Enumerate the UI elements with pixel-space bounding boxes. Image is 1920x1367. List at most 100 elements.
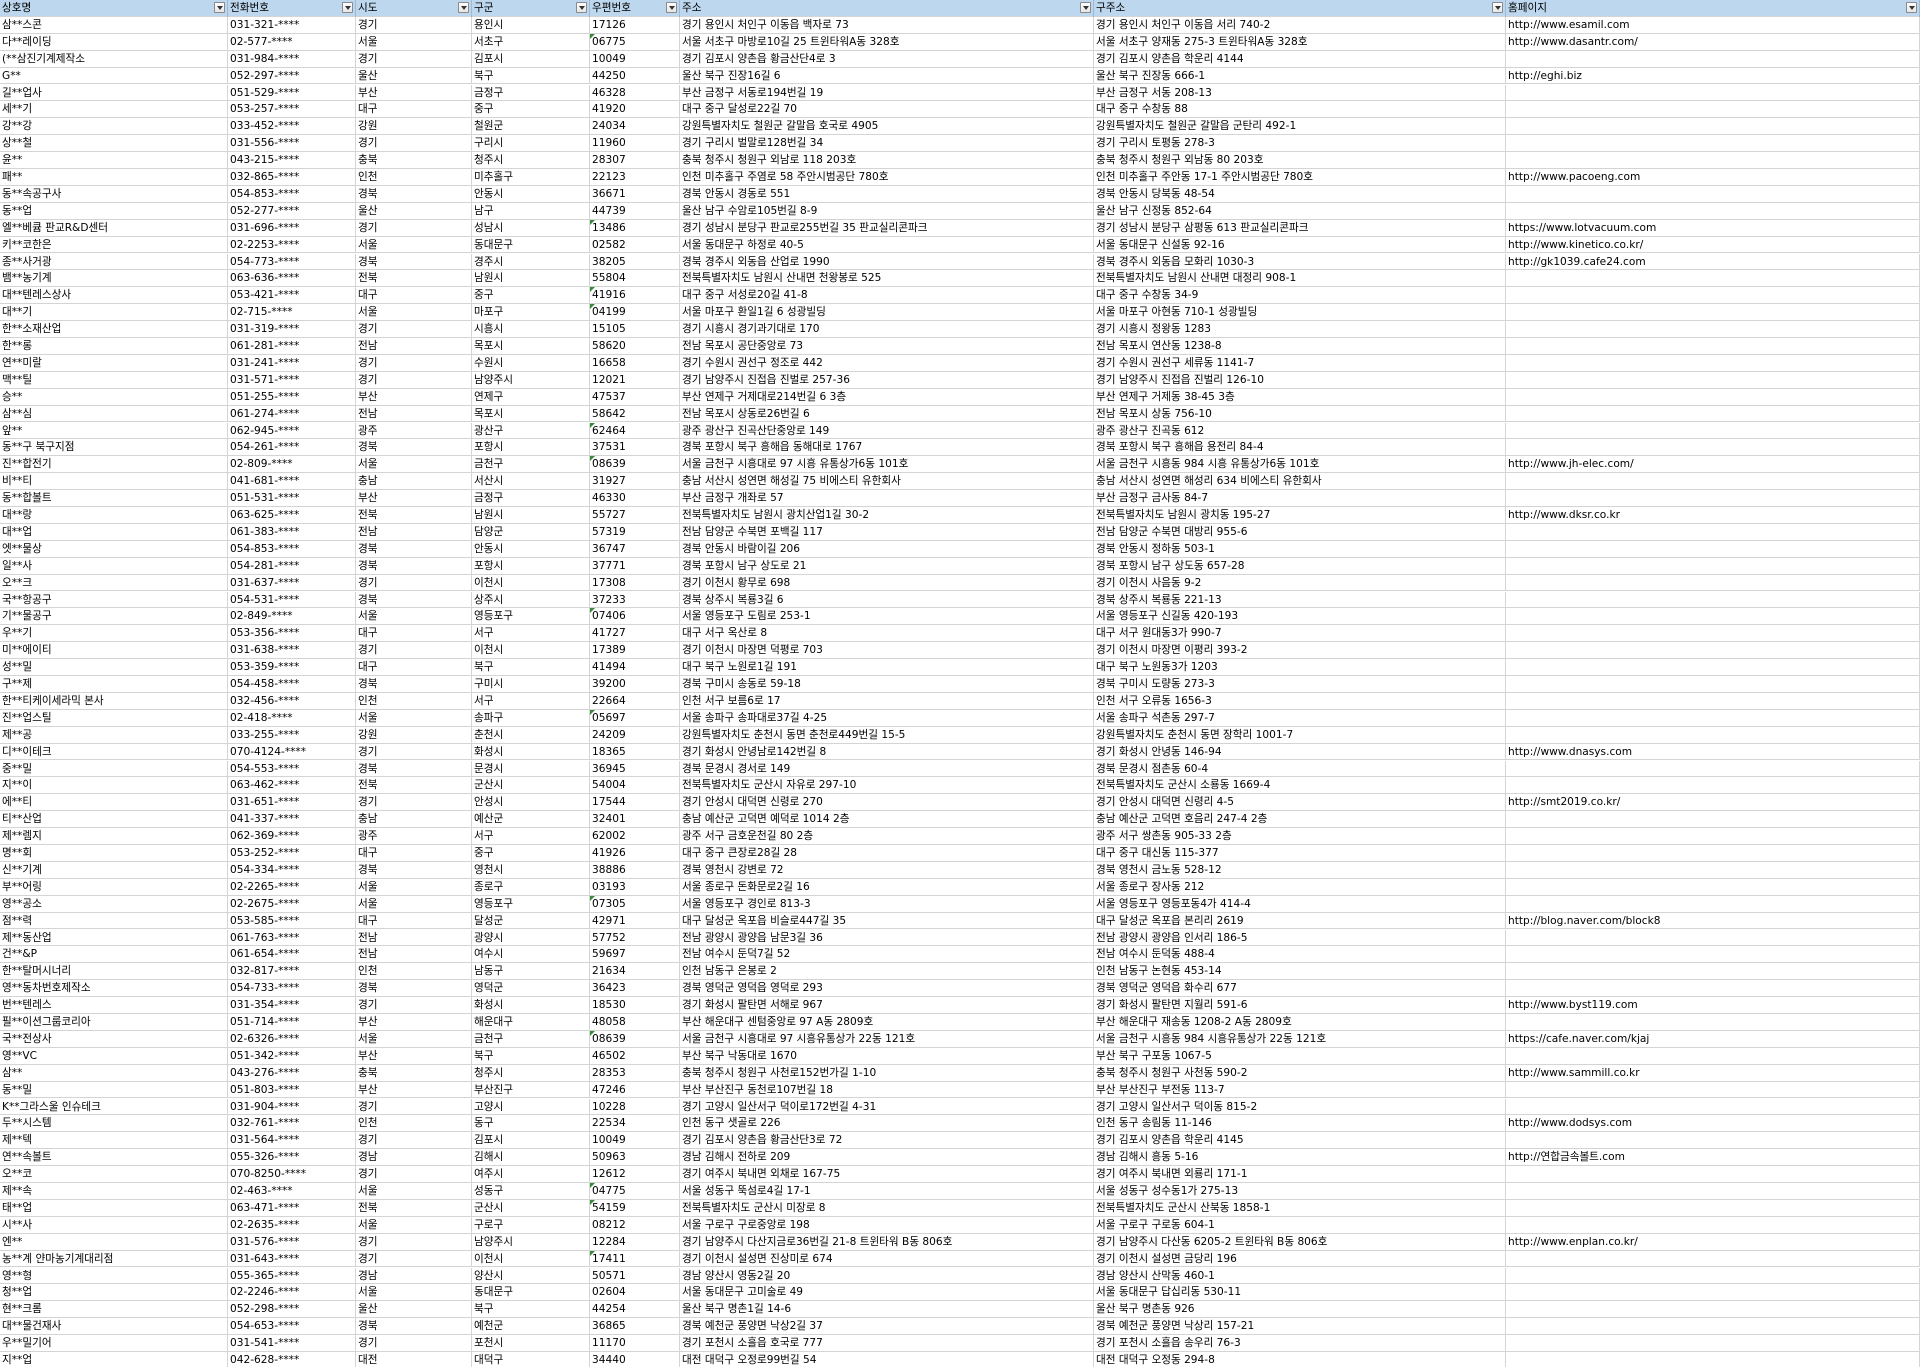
postcode-cell[interactable]: 10228 [590,1098,680,1116]
gugun-cell[interactable]: 연제구 [472,388,590,406]
gugun-cell[interactable]: 안동시 [472,185,590,203]
gugun-cell[interactable]: 남동구 [472,963,590,981]
homepage-cell[interactable] [1506,1216,1920,1234]
gugun-cell[interactable]: 상주시 [472,591,590,609]
sido-cell[interactable]: 부산 [356,490,472,507]
sido-cell[interactable]: 부산 [356,388,472,406]
gugun-cell[interactable]: 금정구 [472,490,590,507]
old-address-cell[interactable]: 경기 여주시 북내면 외룡리 171-1 [1094,1166,1506,1183]
old-address-cell[interactable]: 광주 광산구 진곡동 612 [1094,422,1506,440]
postcode-cell[interactable]: 11960 [590,135,680,153]
phone-cell[interactable]: 054-531-**** [228,591,356,609]
company-name-cell[interactable]: 대**물건재사 [0,1318,228,1336]
gugun-cell[interactable]: 서구 [472,692,590,710]
gugun-cell[interactable]: 남원시 [472,270,590,288]
company-name-cell[interactable]: 영**공소 [0,895,228,913]
phone-cell[interactable]: 053-257-**** [228,101,356,119]
gugun-cell[interactable]: 북구 [472,659,590,676]
old-address-cell[interactable]: 충북 청주시 청원구 외남동 80 203호 [1094,152,1506,169]
table-row[interactable]: 신**기계 054-334-**** 경북 영천시 38886 경북 영천시 강변로 72… [0,861,1920,879]
sido-cell[interactable]: 경기 [356,1098,472,1116]
sido-cell[interactable]: 충북 [356,1064,472,1082]
sido-cell[interactable]: 경기 [356,354,472,372]
sido-cell[interactable]: 경기 [356,1335,472,1352]
filter-dropdown-icon[interactable] [666,2,677,13]
column-header-gugun[interactable]: 구군 [472,0,590,17]
column-header-homepage[interactable]: 홈페이지 [1506,0,1920,17]
phone-cell[interactable]: 052-297-**** [228,67,356,85]
homepage-cell[interactable] [1506,1199,1920,1217]
sido-cell[interactable]: 경기 [356,1233,472,1251]
homepage-cell[interactable] [1506,287,1920,305]
old-address-cell[interactable]: 경북 포항시 남구 상도동 657-28 [1094,557,1506,575]
address-cell[interactable]: 경기 구리시 벌말로128번길 34 [680,135,1094,153]
company-name-cell[interactable]: 대**랑 [0,507,228,524]
old-address-cell[interactable]: 강원특별자치도 춘천시 동면 장학리 1001-7 [1094,726,1506,744]
gugun-cell[interactable]: 성동구 [472,1183,590,1200]
company-name-cell[interactable]: 엔** [0,1233,228,1251]
phone-cell[interactable]: 052-298-**** [228,1301,356,1319]
homepage-cell[interactable]: http://www.sammill.co.kr [1506,1064,1920,1082]
address-cell[interactable]: 경기 화성시 팔탄면 서해로 967 [680,997,1094,1014]
sido-cell[interactable]: 경북 [356,253,472,271]
table-row[interactable]: 지**이 063-462-**** 전북 군산시 54004 전북특별자치도 군산시 자유… [0,777,1920,795]
table-row[interactable]: 뱀**농기계 063-636-**** 전북 남원시 55804 전북특별자치도 남원시 … [0,270,1920,288]
postcode-cell[interactable]: 12284 [590,1233,680,1251]
table-row[interactable]: 제**렘지 062-369-**** 광주 서구 62002 광주 서구 금호운천길 80… [0,828,1920,845]
old-address-cell[interactable]: 부산 금정구 금사동 84-7 [1094,490,1506,507]
postcode-cell[interactable]: 62464 [590,422,680,440]
filter-dropdown-icon[interactable] [1492,2,1503,13]
gugun-cell[interactable]: 경주시 [472,253,590,271]
table-row[interactable]: 삼**심 061-274-**** 전남 목포시 58642 전남 목포시 상동로26번길… [0,405,1920,423]
gugun-cell[interactable]: 동대문구 [472,1284,590,1302]
gugun-cell[interactable]: 담양군 [472,523,590,541]
company-name-cell[interactable]: 두**시스템 [0,1115,228,1133]
company-name-cell[interactable]: 제**렘지 [0,828,228,845]
postcode-cell[interactable]: 47246 [590,1081,680,1099]
homepage-cell[interactable] [1506,1284,1920,1302]
sido-cell[interactable]: 부산 [356,1014,472,1031]
company-name-cell[interactable]: 상**철 [0,135,228,153]
homepage-cell[interactable]: http://www.pacoeng.com [1506,169,1920,186]
table-row[interactable]: 에**티 031-651-**** 경기 안성시 17544 경기 안성시 대덕면 신령로… [0,794,1920,812]
old-address-cell[interactable]: 경기 고양시 일산서구 덕이동 815-2 [1094,1098,1506,1116]
gugun-cell[interactable]: 영천시 [472,861,590,879]
phone-cell[interactable]: 041-337-**** [228,811,356,829]
company-name-cell[interactable]: 디**이테크 [0,743,228,761]
address-cell[interactable]: 충북 청주시 청원구 외남로 118 203호 [680,152,1094,169]
phone-cell[interactable]: 054-853-**** [228,185,356,203]
homepage-cell[interactable] [1506,1335,1920,1352]
company-name-cell[interactable]: 티**산업 [0,811,228,829]
homepage-cell[interactable] [1506,845,1920,862]
gugun-cell[interactable]: 청주시 [472,1064,590,1082]
homepage-cell[interactable] [1506,371,1920,389]
address-cell[interactable]: 강원특별자치도 춘천시 동면 춘천로449번길 15-5 [680,726,1094,744]
gugun-cell[interactable]: 부산진구 [472,1081,590,1099]
address-cell[interactable]: 전남 광양시 광양읍 남문3길 36 [680,929,1094,947]
table-row[interactable]: G** 052-297-**** 울산 북구 44250 울산 북구 진장16길 6 울산 … [0,67,1920,85]
postcode-cell[interactable]: 12021 [590,371,680,389]
phone-cell[interactable]: 054-334-**** [228,861,356,879]
postcode-cell[interactable]: 18530 [590,997,680,1014]
homepage-cell[interactable] [1506,828,1920,845]
homepage-cell[interactable]: http://www.jh-elec.com/ [1506,456,1920,474]
address-cell[interactable]: 대구 중구 서성로20길 41-8 [680,287,1094,305]
gugun-cell[interactable]: 금천구 [472,1030,590,1048]
postcode-cell[interactable]: 46330 [590,490,680,507]
postcode-cell[interactable]: 02582 [590,236,680,254]
address-cell[interactable]: 인천 동구 샛골로 226 [680,1115,1094,1133]
company-name-cell[interactable]: (**삼진기계제작소 [0,50,228,68]
phone-cell[interactable]: 031-241-**** [228,354,356,372]
old-address-cell[interactable]: 전남 목포시 연산동 1238-8 [1094,338,1506,355]
table-row[interactable]: 우**기 053-356-**** 대구 서구 41727 대구 서구 옥산로 8 대구 서… [0,625,1920,643]
old-address-cell[interactable]: 광주 서구 쌍촌동 905-33 2층 [1094,828,1506,845]
phone-cell[interactable]: 052-277-**** [228,202,356,220]
address-cell[interactable]: 울산 남구 수암로105번길 8-9 [680,202,1094,220]
old-address-cell[interactable]: 서울 금천구 시흥동 984 시흥유통상가 22동 121호 [1094,1030,1506,1048]
sido-cell[interactable]: 인천 [356,169,472,186]
table-row[interactable]: 한**소재산업 031-319-**** 경기 시흥시 15105 경기 시흥시 경기과기… [0,321,1920,338]
sido-cell[interactable]: 서울 [356,895,472,913]
gugun-cell[interactable]: 양산시 [472,1267,590,1285]
table-row[interactable]: 동**구 북구지점 054-261-**** 경북 포항시 37531 경북 포항시 북구… [0,439,1920,457]
gugun-cell[interactable]: 철원군 [472,118,590,136]
